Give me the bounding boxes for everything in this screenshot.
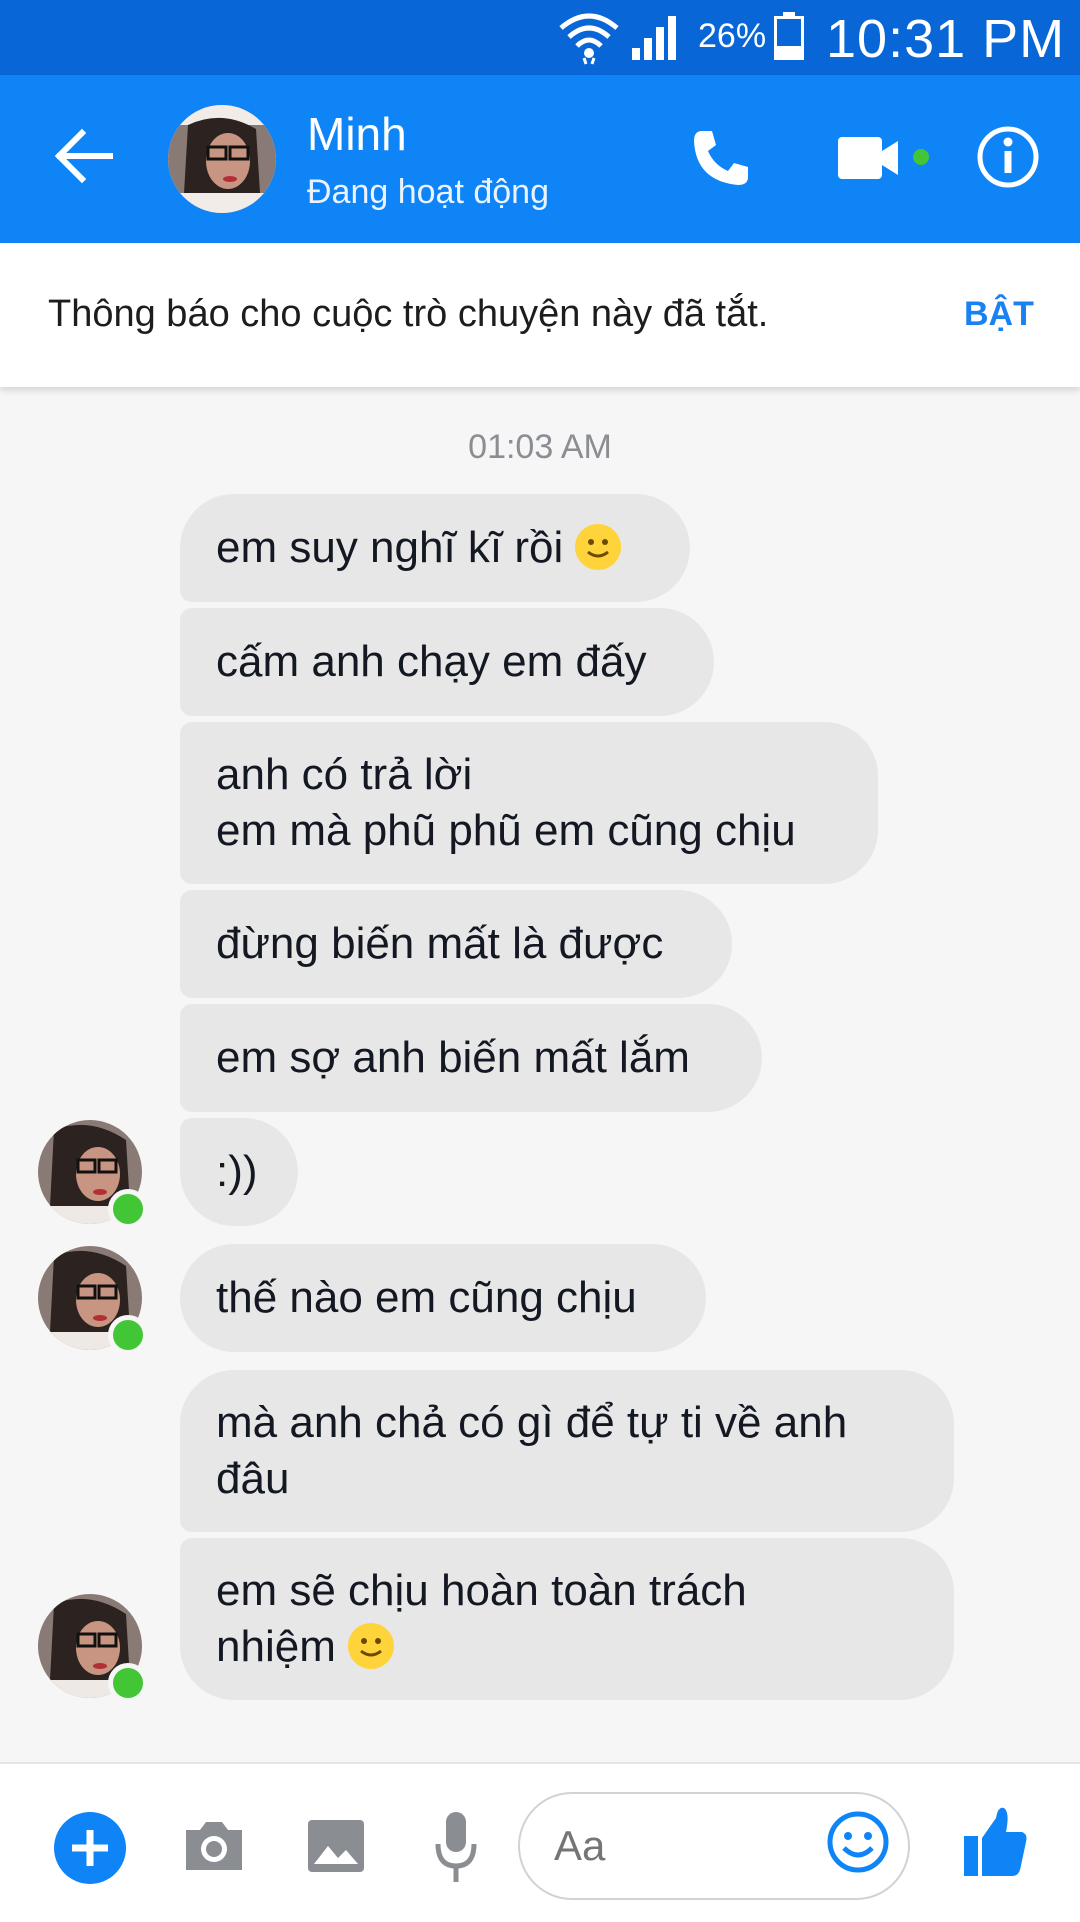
- notification-muted-text: Thông báo cho cuộc trò chuyện này đã tắt…: [48, 293, 769, 335]
- message-bubble[interactable]: anh có trả lời em mà phũ phũ em cũng chị…: [180, 722, 878, 884]
- message-bubble[interactable]: thế nào em cũng chịu: [180, 1244, 706, 1352]
- signal-icon: [632, 16, 676, 60]
- battery-icon: [774, 12, 804, 60]
- message-bubble[interactable]: cấm anh chạy em đấy: [180, 608, 714, 716]
- message-bubble[interactable]: đừng biến mất là được: [180, 890, 732, 998]
- message-timestamp: 01:03 AM: [468, 428, 612, 466]
- info-icon[interactable]: [976, 125, 1040, 189]
- message-bubble[interactable]: mà anh chả có gì để tự ti về anh đâu: [180, 1370, 954, 1532]
- battery-percentage: 26%: [698, 17, 767, 55]
- active-status: Đang hoạt động: [307, 173, 549, 211]
- camera-icon[interactable]: [182, 1814, 246, 1878]
- message-line: em suy nghĩ kĩ rồi: [216, 520, 654, 576]
- message-bubble[interactable]: em sợ anh biến mất lắm: [180, 1004, 762, 1112]
- message-line: em sẽ chịu hoàn toàn trách: [216, 1566, 747, 1615]
- message-line: em mà phũ phũ em cũng chịu: [216, 806, 796, 855]
- plus-icon[interactable]: [54, 1812, 126, 1884]
- back-arrow-icon[interactable]: [52, 125, 114, 187]
- contact-avatar[interactable]: [168, 105, 276, 213]
- message-line: đâu: [216, 1454, 290, 1503]
- message-line: :)): [216, 1147, 258, 1196]
- message-bubble[interactable]: :)): [180, 1118, 298, 1226]
- online-indicator: [108, 1663, 148, 1703]
- turn-on-notifications-button[interactable]: BẬT: [964, 295, 1034, 334]
- online-indicator: [108, 1315, 148, 1355]
- message-line: anh có trả lời: [216, 750, 473, 799]
- image-icon[interactable]: [304, 1814, 368, 1878]
- video-camera-icon[interactable]: [836, 133, 932, 185]
- clock: 10:31 PM: [826, 9, 1066, 69]
- wifi-icon: [559, 13, 619, 65]
- message-line: thế nào em cũng chịu: [216, 1273, 637, 1322]
- microphone-icon[interactable]: [432, 1810, 480, 1886]
- thumbs-up-icon[interactable]: [962, 1804, 1028, 1878]
- smiling-face-icon: [347, 1623, 394, 1669]
- smiling-face-icon: [575, 524, 622, 570]
- phone-icon[interactable]: [688, 127, 752, 191]
- emoji-icon[interactable]: [826, 1810, 890, 1874]
- message-bubble[interactable]: em sẽ chịu hoàn toàn trách nhiệm: [180, 1538, 954, 1700]
- message-line: mà anh chả có gì để tự ti về anh: [216, 1398, 848, 1447]
- message-line: cấm anh chạy em đấy: [216, 637, 647, 686]
- online-indicator: [108, 1189, 148, 1229]
- message-line: nhiệm: [216, 1619, 918, 1675]
- contact-name: Minh: [307, 108, 407, 160]
- message-line: đừng biến mất là được: [216, 919, 664, 968]
- message-line: em sợ anh biến mất lắm: [216, 1033, 690, 1082]
- message-composer: [0, 1762, 1080, 1922]
- status-bar: 26% 10:31 PM: [0, 0, 1080, 75]
- notification-banner: Thông báo cho cuộc trò chuyện này đã tắt…: [0, 243, 1080, 387]
- message-bubble[interactable]: em suy nghĩ kĩ rồi: [180, 494, 690, 602]
- conversation-header: Minh Đang hoạt động: [0, 75, 1080, 243]
